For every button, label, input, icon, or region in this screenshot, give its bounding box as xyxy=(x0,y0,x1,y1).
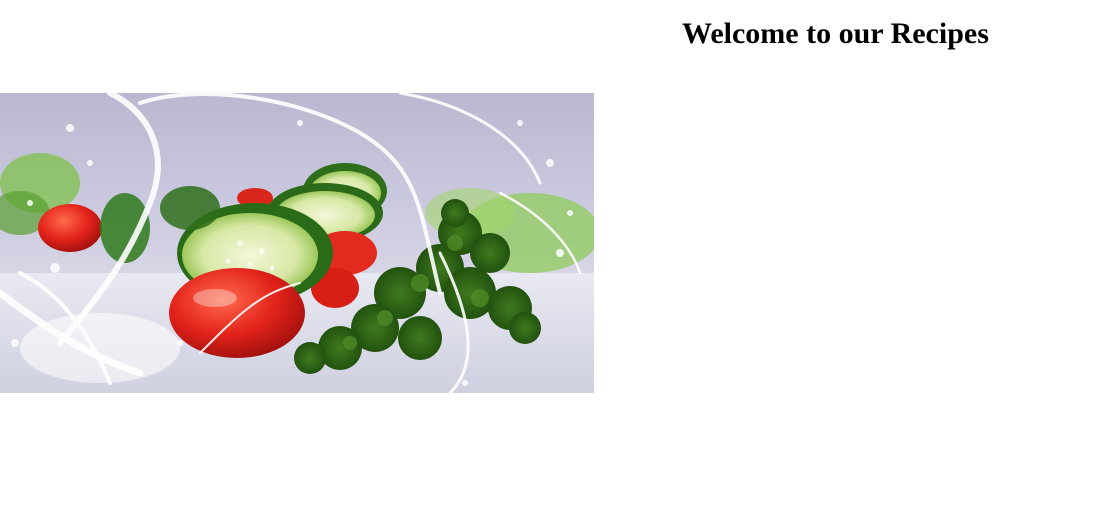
recipes-page: Welcome to our Recipes xyxy=(0,0,1115,517)
salad-photo-icon xyxy=(0,93,594,393)
page-title: Welcome to our Recipes xyxy=(682,17,989,50)
salad-hero-image xyxy=(0,93,594,393)
